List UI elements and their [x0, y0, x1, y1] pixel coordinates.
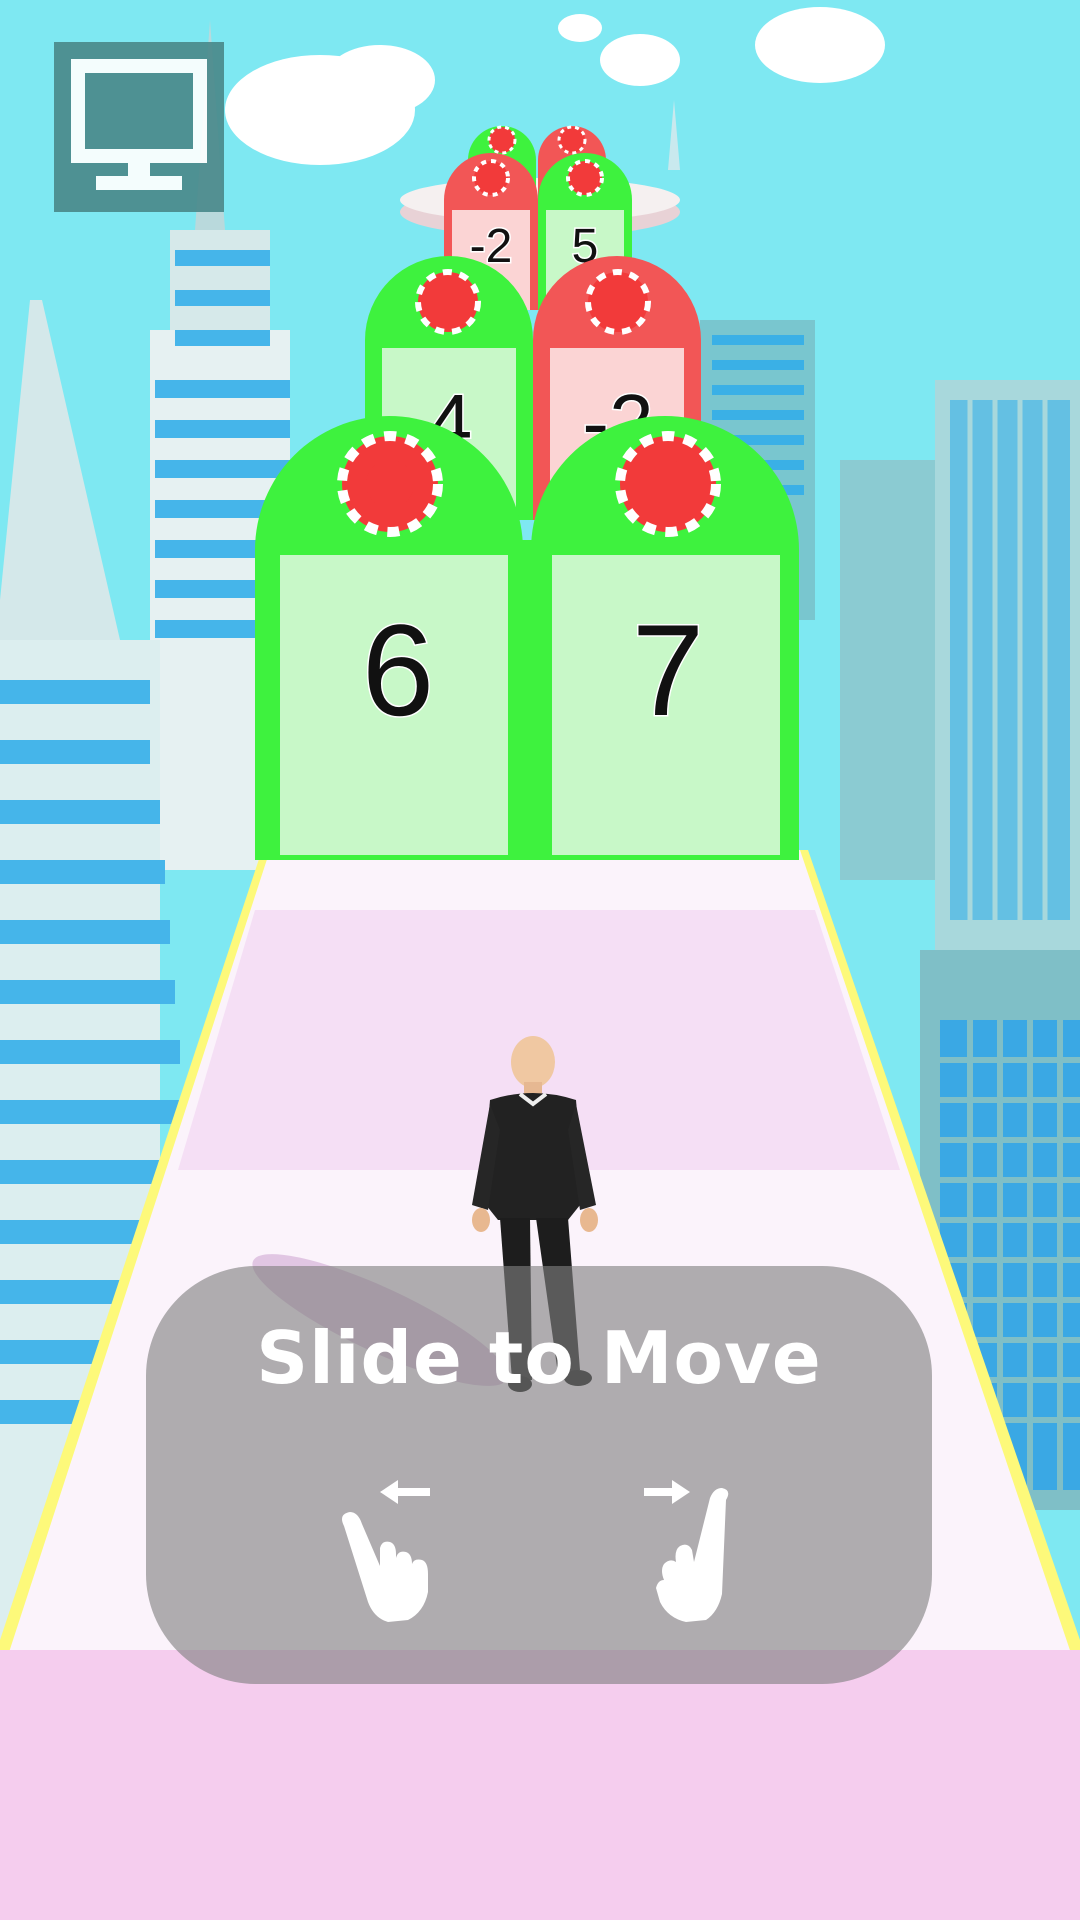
- gate-value-row1-left: 6: [362, 597, 434, 743]
- gate-value-row1-right: 7: [632, 597, 704, 743]
- tutorial-overlay: Slide to Move: [146, 1266, 932, 1684]
- tutorial-text: Slide to Move: [256, 1316, 822, 1400]
- swipe-right-hand-icon: [644, 1480, 729, 1622]
- monitor-icon: [71, 59, 207, 190]
- swipe-left-hand-icon: [342, 1480, 430, 1622]
- menu-button[interactable]: [54, 42, 224, 212]
